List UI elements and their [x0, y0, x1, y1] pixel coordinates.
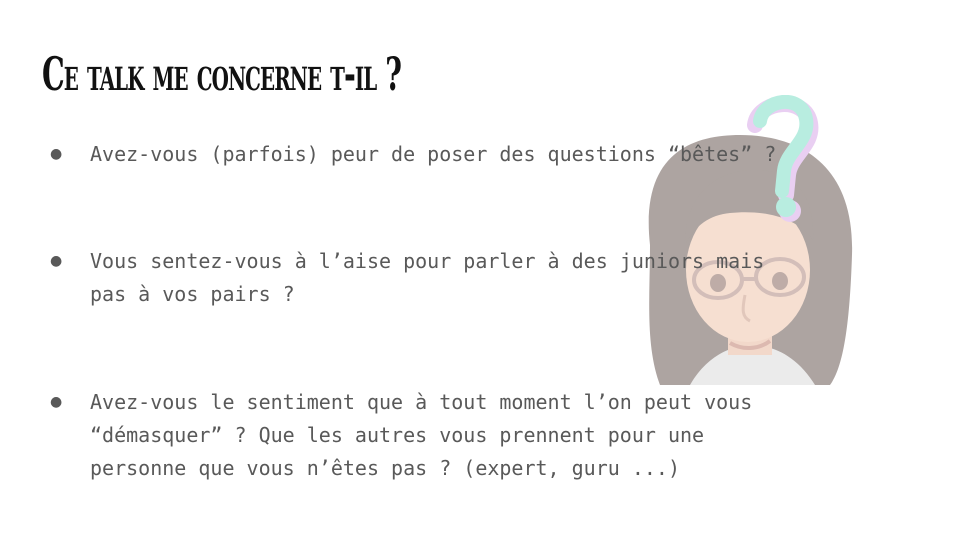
list-item: ● Vous sentez-vous à l’aise pour parler … — [50, 245, 764, 311]
list-item: ● Avez-vous le sentiment que à tout mome… — [50, 386, 752, 485]
slide: Ce talk me concerne t-il ? ● Avez-vous (… — [0, 0, 960, 540]
bullet-marker: ● — [50, 253, 63, 269]
list-item: ● Avez-vous (parfois) peur de poser des … — [50, 138, 776, 171]
bullet-text: Avez-vous le sentiment que à tout moment… — [90, 390, 753, 480]
bullet-list: ● Avez-vous (parfois) peur de poser des … — [0, 0, 960, 540]
bullet-text: Avez-vous (parfois) peur de poser des qu… — [90, 142, 777, 166]
bullet-marker: ● — [50, 394, 63, 410]
bullet-text: Vous sentez-vous à l’aise pour parler à … — [90, 249, 765, 306]
bullet-marker: ● — [50, 146, 63, 162]
